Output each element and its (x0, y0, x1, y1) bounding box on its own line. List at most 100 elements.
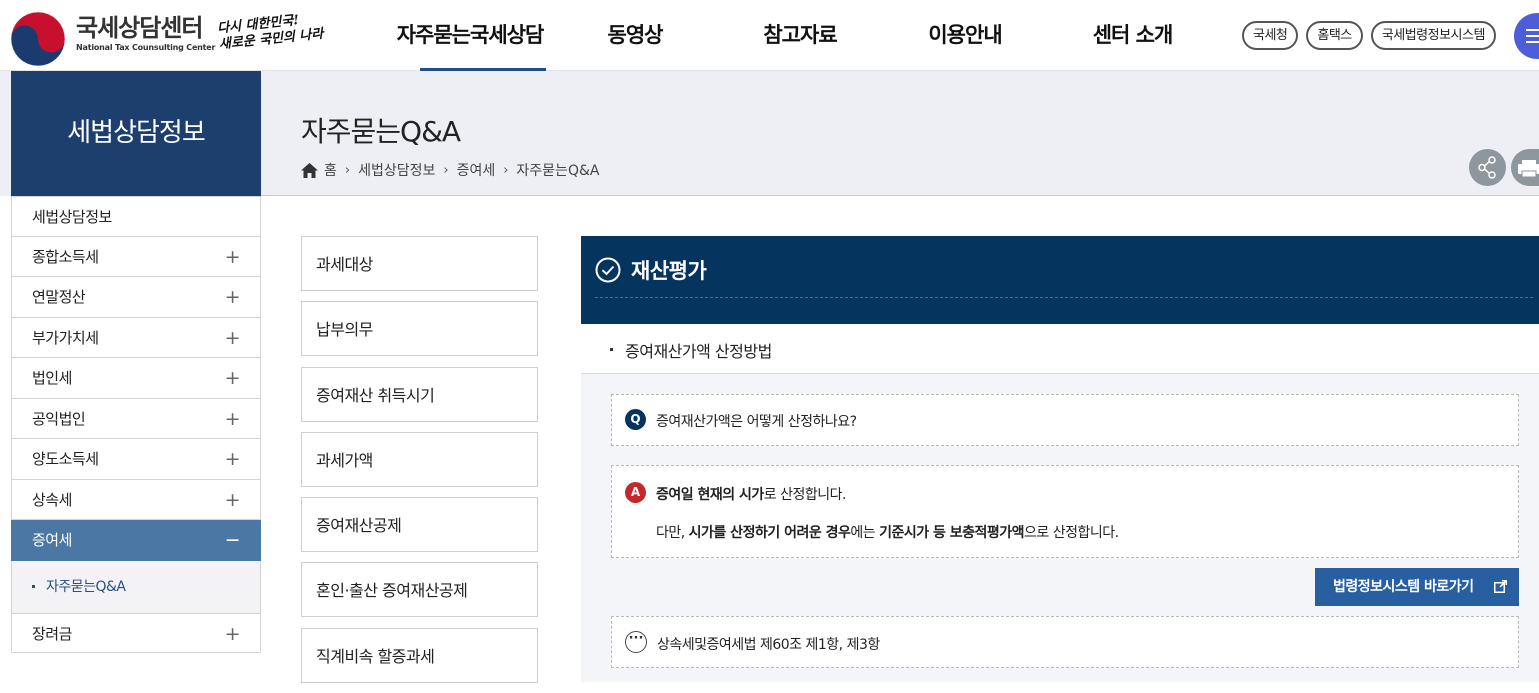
plus-icon: + (224, 622, 241, 645)
gnb-about[interactable]: 센터 소개 (1035, 0, 1230, 71)
hamburger-menu-icon[interactable] (1514, 13, 1539, 59)
topic-item[interactable]: 납부의무 (301, 301, 538, 357)
question-box: Q 증여재산가액은 어떻게 산정하나요? (611, 394, 1519, 446)
gnb-faq[interactable]: 자주묻는국세상담 (375, 0, 565, 71)
question-text: 증여재산가액은 어떻게 산정하나요? (656, 414, 857, 430)
lnb-item-label: 공익법인 (32, 409, 86, 428)
lnb-item-inheritance-tax[interactable]: 상속세 + (11, 479, 261, 520)
share-button[interactable] (1469, 149, 1506, 186)
lnb-item-income-tax[interactable]: 종합소득세 + (11, 236, 261, 277)
national-emblem-logo-icon[interactable] (10, 11, 66, 67)
check-circle-icon (595, 257, 621, 283)
plus-icon: + (224, 448, 241, 470)
lnb-item-label: 장려금 (32, 624, 72, 643)
lnb-item-vat[interactable]: 부가가치세 + (11, 317, 261, 358)
reference-box: ··· 상속세및증여세법 제60조 제1항, 제3항 (611, 616, 1519, 668)
lnb-item-label: 양도소득세 (32, 450, 99, 468)
topic-item[interactable]: 직계비속 할증과세 (301, 627, 538, 683)
print-button[interactable] (1511, 149, 1539, 186)
gnb-guide[interactable]: 이용안내 (895, 0, 1035, 71)
page-title: 자주묻는Q&A (301, 115, 461, 148)
topic-list: 과세대상 납부의무 증여재산 취득시기 과세가액 증여재산공제 혼인·출산 증여… (301, 236, 538, 693)
answer-text: 에는 (850, 525, 880, 541)
law-button-label: 법령정보시스템 바로가기 (1333, 579, 1474, 595)
answer-emphasis: 시가를 산정하기 어려운 경우 (688, 525, 851, 541)
plus-icon: + (224, 367, 241, 389)
answer-badge-icon: A (625, 482, 646, 503)
slogan: 다시 대한민국! 새로운 국민의 나라 (217, 11, 325, 54)
lnb-item-label: 연말정산 (32, 288, 86, 306)
global-navigation: 자주묻는국세상담 동영상 참고자료 이용안내 센터 소개 (375, 0, 1230, 71)
topic-item[interactable]: 증여재산공제 (301, 497, 538, 553)
plus-icon: + (224, 286, 241, 308)
section-header: 재산평가 (581, 236, 1539, 324)
topic-item[interactable]: 증여재산 취득시기 (301, 366, 538, 422)
util-law-system-link[interactable]: 국세법령정보시스템 (1370, 21, 1496, 50)
share-icon (1478, 156, 1496, 179)
answer-line-1: 증여일 현재의 시가로 산정합니다. (656, 484, 846, 504)
law-system-button[interactable]: 법령정보시스템 바로가기 (1315, 568, 1519, 606)
chevron-right-icon: › (443, 162, 449, 178)
plus-icon: + (224, 245, 241, 268)
answer-text: 다만, (656, 525, 689, 541)
lnb-item-label: 증여세 (32, 531, 72, 549)
chevron-right-icon: › (344, 162, 351, 178)
subtitle-text: 증여재산가액 산정방법 (625, 342, 772, 361)
topic-item[interactable]: 과세대상 (301, 236, 538, 291)
lnb-item-gift-tax[interactable]: 증여세 − (11, 520, 261, 561)
question-badge-icon: Q (625, 409, 646, 430)
reference-text: 상속세및증여세법 제60조 제1항, 제3항 (657, 637, 880, 653)
lnb-item-label: 세법상담정보 (32, 208, 112, 226)
chevron-right-icon: › (503, 162, 509, 178)
answer-text: 으로 산정합니다. (1024, 525, 1119, 541)
bullet-icon (32, 585, 35, 588)
lnb-item-corporate-tax[interactable]: 법인세 + (11, 358, 261, 399)
lnb-sub-item-faq[interactable]: 자주묻는Q&A (11, 560, 261, 613)
utility-links: 국세청 홈택스 국세법령정보시스템 (1242, 21, 1496, 50)
section-title: 재산평가 (631, 259, 707, 283)
plus-icon: + (224, 407, 241, 430)
breadcrumb-current[interactable]: 자주묻는Q&A (516, 160, 599, 180)
title-divider (261, 195, 1539, 196)
lnb-item-year-end[interactable]: 연말정산 + (11, 277, 261, 318)
logo-korean: 국세상담센터 (76, 14, 203, 42)
dashed-divider (595, 297, 1533, 298)
breadcrumb: 홈 › 세법상담정보 › 증여세 › 자주묻는Q&A (301, 160, 599, 180)
lnb-item-incentive[interactable]: 장려금 + (11, 612, 261, 653)
breadcrumb-home[interactable]: 홈 (324, 160, 337, 180)
answer-emphasis: 증여일 현재의 시가 (656, 487, 764, 503)
minus-icon: − (224, 529, 241, 551)
site-header: 국세상담센터 National Tax Counsulting Center 다… (0, 0, 1539, 71)
answer-text: 로 산정합니다. (763, 487, 847, 503)
plus-icon: + (224, 326, 241, 349)
util-hometax-link[interactable]: 홈택스 (1306, 21, 1363, 50)
lnb-sub-item-label: 자주묻는Q&A (45, 578, 126, 595)
qa-content: 재산평가 증여재산가액 산정방법 Q 증여재산가액은 어떻게 산정하나요? A … (581, 236, 1539, 682)
print-icon (1518, 160, 1539, 178)
answer-line-2: 다만, 시가를 산정하기 어려운 경우에는 기준시가 등 보충적평가액으로 산정… (656, 522, 1119, 542)
lnb-item-transfer-tax[interactable]: 양도소득세 + (11, 439, 261, 480)
breadcrumb-tax-info[interactable]: 세법상담정보 (358, 160, 435, 180)
lnb-item-label: 부가가치세 (32, 328, 99, 347)
home-icon (301, 162, 318, 178)
answer-emphasis: 기준시가 등 보충적평가액 (879, 525, 1025, 541)
plus-icon: + (224, 488, 241, 511)
more-icon: ··· (625, 631, 647, 653)
lnb-item-public-corp[interactable]: 공익법인 + (11, 398, 261, 439)
topic-item[interactable]: 혼인·출산 증여재산공제 (301, 562, 538, 618)
lnb-item-label: 법인세 (32, 369, 72, 387)
util-nts-link[interactable]: 국세청 (1242, 21, 1299, 50)
gnb-video[interactable]: 동영상 (565, 0, 705, 71)
lnb-item-tax-info[interactable]: 세법상담정보 (11, 196, 261, 237)
site-logo[interactable]: 국세상담센터 National Tax Counsulting Center (76, 14, 215, 52)
logo-english: National Tax Counsulting Center (76, 43, 216, 52)
left-navigation: 세법상담정보 종합소득세 + 연말정산 + 부가가치세 + 법인세 + 공익법인… (11, 196, 261, 653)
bullet-icon (610, 348, 613, 351)
breadcrumb-gift-tax[interactable]: 증여세 (457, 160, 496, 180)
external-link-icon (1494, 580, 1507, 593)
answer-box: A 증여일 현재의 시가로 산정합니다. 다만, 시가를 산정하기 어려운 경우… (611, 465, 1519, 558)
section-subtitle: 증여재산가액 산정방법 (581, 324, 1539, 374)
gnb-reference[interactable]: 참고자료 (705, 0, 895, 71)
topic-item[interactable]: 과세가액 (301, 431, 538, 487)
lnb-item-label: 상속세 (32, 490, 72, 509)
